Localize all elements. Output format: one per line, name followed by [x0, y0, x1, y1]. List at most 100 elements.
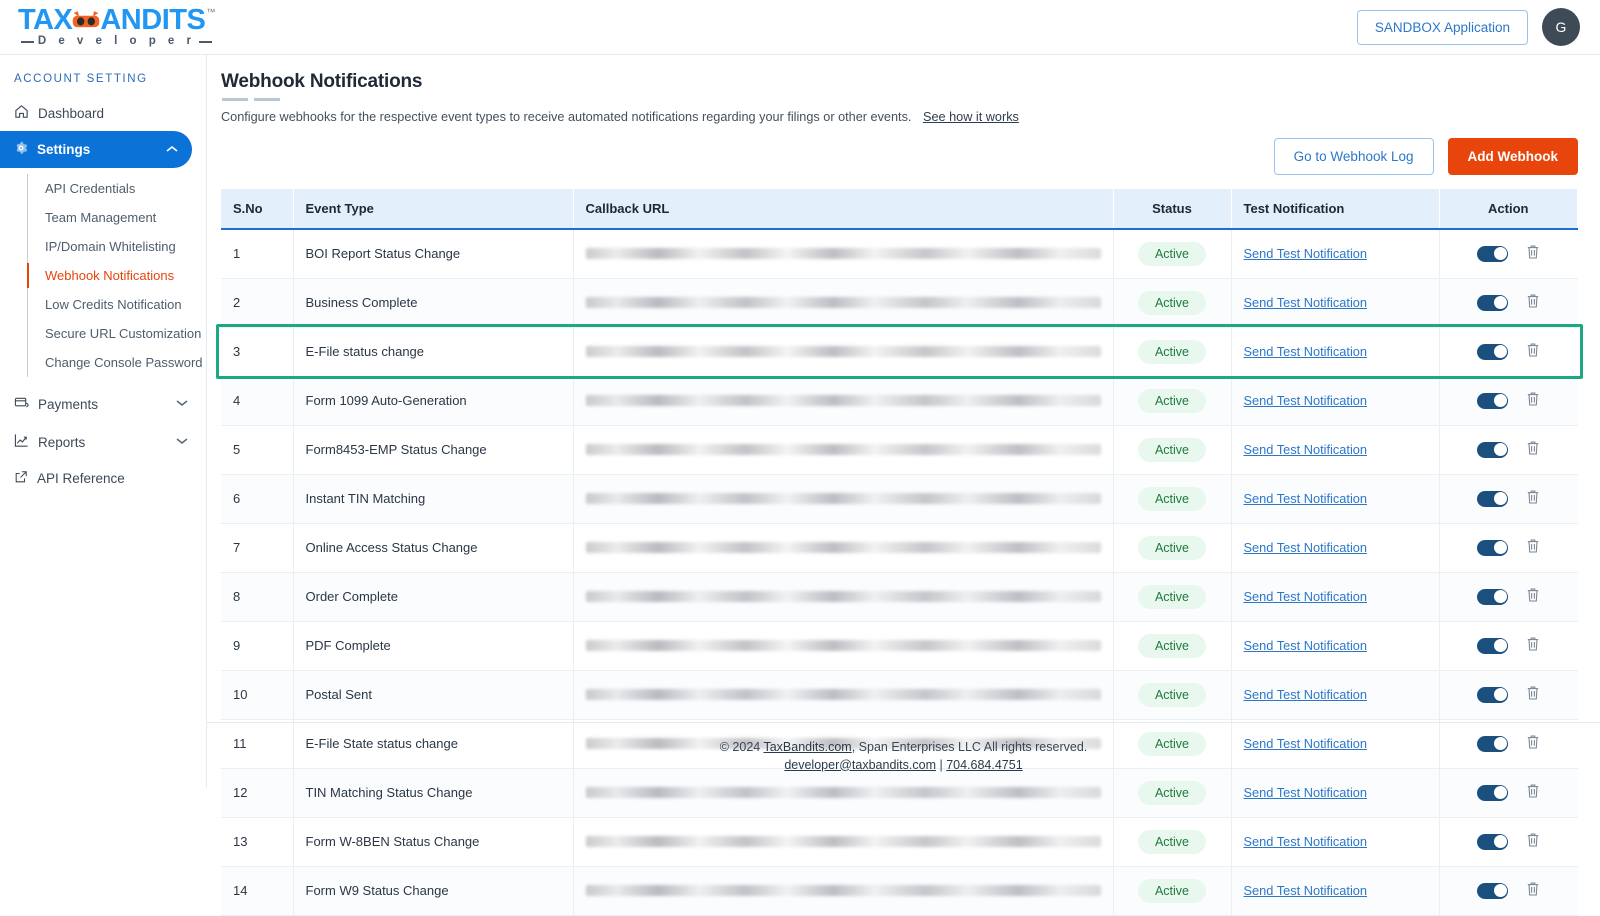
enable-toggle[interactable] — [1477, 246, 1508, 262]
delete-icon[interactable] — [1526, 832, 1540, 851]
sidebar-item-change-console-password[interactable]: Change Console Password — [28, 348, 206, 377]
sidebar-item-team-management[interactable]: Team Management — [28, 203, 206, 232]
settings-submenu: API Credentials Team Management IP/Domai… — [27, 174, 206, 377]
gear-icon — [14, 141, 28, 158]
enable-toggle[interactable] — [1477, 589, 1508, 605]
table-head: S.No Event Type Callback URL Status Test… — [221, 189, 1578, 229]
delete-icon[interactable] — [1526, 636, 1540, 655]
cell-status: Active — [1113, 523, 1231, 572]
sidebar-item-payments[interactable]: Payments — [0, 385, 206, 423]
footer-email-link[interactable]: developer@taxbandits.com — [784, 758, 936, 772]
sidebar-item-api-credentials[interactable]: API Credentials — [28, 174, 206, 203]
status-badge: Active — [1138, 879, 1206, 903]
send-test-notification-link[interactable]: Send Test Notification — [1244, 638, 1368, 653]
enable-toggle[interactable] — [1477, 442, 1508, 458]
enable-toggle[interactable] — [1477, 344, 1508, 360]
send-test-notification-link[interactable]: Send Test Notification — [1244, 834, 1368, 849]
sidebar-item-low-credits-notification[interactable]: Low Credits Notification — [28, 290, 206, 319]
sidebar-item-reports[interactable]: Reports — [0, 423, 206, 461]
sidebar-item-settings[interactable]: Settings — [0, 131, 192, 168]
cell-event-type: Online Access Status Change — [293, 523, 573, 572]
delete-icon[interactable] — [1526, 244, 1540, 263]
go-to-webhook-log-button[interactable]: Go to Webhook Log — [1274, 138, 1434, 175]
cell-sno: 6 — [221, 474, 293, 523]
home-icon — [14, 104, 29, 122]
user-avatar[interactable]: G — [1542, 8, 1580, 46]
send-test-notification-link[interactable]: Send Test Notification — [1244, 442, 1368, 457]
status-badge: Active — [1138, 585, 1206, 609]
taxbandits-developer-logo[interactable]: TAX ANDITS ™ D e v e l o p e r — [18, 6, 215, 48]
delete-icon[interactable] — [1526, 489, 1540, 508]
send-test-notification-link[interactable]: Send Test Notification — [1244, 687, 1368, 702]
cell-status: Active — [1113, 866, 1231, 915]
send-test-notification-link[interactable]: Send Test Notification — [1244, 344, 1368, 359]
delete-icon[interactable] — [1526, 587, 1540, 606]
sidebar-item-ip-domain-whitelisting[interactable]: IP/Domain Whitelisting — [28, 232, 206, 261]
cell-sno: 4 — [221, 376, 293, 425]
cell-callback-url — [573, 523, 1113, 572]
cell-test-notification: Send Test Notification — [1231, 229, 1439, 279]
cell-sno: 3 — [221, 327, 293, 376]
send-test-notification-link[interactable]: Send Test Notification — [1244, 589, 1368, 604]
footer-phone-link[interactable]: 704.684.4751 — [946, 758, 1022, 772]
sidebar-item-api-reference[interactable]: API Reference — [0, 461, 206, 496]
footer-copyright-line: © 2024 TaxBandits.com, Span Enterprises … — [720, 740, 1088, 754]
logo-subtitle-wrap: D e v e l o p e r — [21, 36, 213, 48]
redacted-callback-url — [586, 591, 1101, 602]
footer-site-link[interactable]: TaxBandits.com — [763, 740, 851, 754]
send-test-notification-link[interactable]: Send Test Notification — [1244, 246, 1368, 261]
delete-icon[interactable] — [1526, 685, 1540, 704]
enable-toggle[interactable] — [1477, 295, 1508, 311]
sidebar-item-dashboard[interactable]: Dashboard — [0, 95, 206, 131]
send-test-notification-link[interactable]: Send Test Notification — [1244, 491, 1368, 506]
see-how-it-works-link[interactable]: See how it works — [923, 110, 1019, 124]
send-test-notification-link[interactable]: Send Test Notification — [1244, 393, 1368, 408]
external-link-icon — [14, 470, 28, 487]
enable-toggle[interactable] — [1477, 491, 1508, 507]
redacted-callback-url — [586, 346, 1101, 357]
delete-icon[interactable] — [1526, 293, 1540, 312]
sidebar-item-webhook-notifications[interactable]: Webhook Notifications — [28, 261, 206, 290]
redacted-callback-url — [586, 787, 1101, 798]
delete-icon[interactable] — [1526, 881, 1540, 900]
send-test-notification-link[interactable]: Send Test Notification — [1244, 295, 1368, 310]
redacted-callback-url — [586, 444, 1101, 455]
column-header-callback-url: Callback URL — [573, 189, 1113, 229]
cell-action — [1439, 376, 1578, 425]
enable-toggle[interactable] — [1477, 687, 1508, 703]
sidebar-item-secure-url-customization[interactable]: Secure URL Customization — [28, 319, 206, 348]
cell-status: Active — [1113, 376, 1231, 425]
enable-toggle[interactable] — [1477, 638, 1508, 654]
send-test-notification-link[interactable]: Send Test Notification — [1244, 540, 1368, 555]
status-badge: Active — [1138, 487, 1206, 511]
redacted-callback-url — [586, 836, 1101, 847]
enable-toggle[interactable] — [1477, 834, 1508, 850]
cell-test-notification: Send Test Notification — [1231, 278, 1439, 327]
cell-callback-url — [573, 327, 1113, 376]
table-row: 6Instant TIN MatchingActiveSend Test Not… — [221, 474, 1578, 523]
underline-segment-1 — [222, 98, 248, 101]
logo-text-developer: D e v e l o p e r — [38, 36, 196, 48]
status-badge: Active — [1138, 438, 1206, 462]
cell-event-type: BOI Report Status Change — [293, 229, 573, 279]
delete-icon[interactable] — [1526, 342, 1540, 361]
delete-icon[interactable] — [1526, 538, 1540, 557]
enable-toggle[interactable] — [1477, 883, 1508, 899]
delete-icon[interactable] — [1526, 391, 1540, 410]
footer-copyright-pre: © 2024 — [720, 740, 764, 754]
cell-sno: 1 — [221, 229, 293, 279]
delete-icon[interactable] — [1526, 440, 1540, 459]
cell-test-notification: Send Test Notification — [1231, 327, 1439, 376]
cell-status: Active — [1113, 229, 1231, 279]
cell-event-type: E-File status change — [293, 327, 573, 376]
add-webhook-button[interactable]: Add Webhook — [1448, 138, 1579, 175]
sandbox-application-button[interactable]: SANDBOX Application — [1357, 10, 1528, 45]
send-test-notification-link[interactable]: Send Test Notification — [1244, 883, 1368, 898]
logo-dash-left — [21, 41, 34, 43]
enable-toggle[interactable] — [1477, 540, 1508, 556]
enable-toggle[interactable] — [1477, 393, 1508, 409]
bandit-mask-icon — [71, 10, 101, 32]
table-row: 9PDF CompleteActiveSend Test Notificatio… — [221, 621, 1578, 670]
sidebar-section-label: ACCOUNT SETTING — [0, 67, 206, 95]
status-badge: Active — [1138, 634, 1206, 658]
